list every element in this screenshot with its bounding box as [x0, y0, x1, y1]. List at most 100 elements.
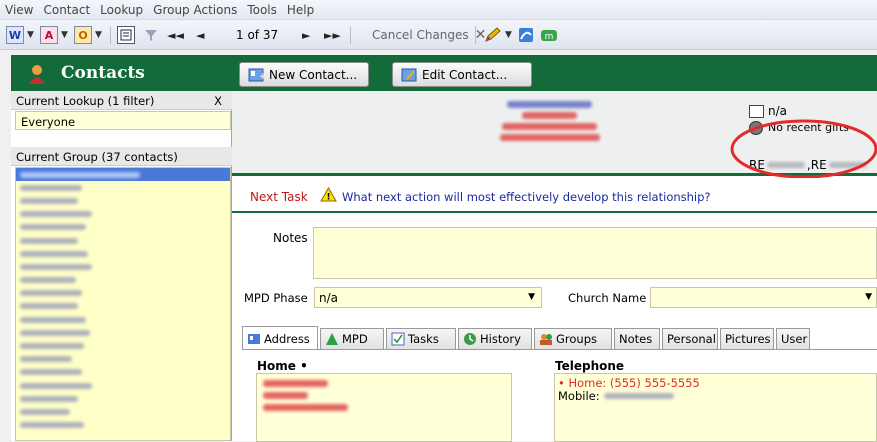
- tab-personal[interactable]: Personal: [662, 328, 718, 349]
- list-item[interactable]: [16, 313, 230, 326]
- list-item[interactable]: [16, 274, 230, 287]
- list-item[interactable]: [16, 366, 230, 379]
- dropdown-arrow-icon[interactable]: ▼: [528, 292, 535, 302]
- mpd-button[interactable]: m: [540, 25, 558, 45]
- toolbar-separator: [110, 26, 111, 44]
- tab-groups[interactable]: Groups: [534, 328, 612, 349]
- list-item[interactable]: [16, 234, 230, 247]
- list-item[interactable]: [16, 194, 230, 207]
- toolbar: W ▼ A ▼ O ▼ ◄◄ ◄ 1 of 37 ► ►► Cancel Cha…: [0, 20, 877, 50]
- history-icon: [464, 333, 476, 345]
- next-task-link[interactable]: What next action will most effectively d…: [342, 190, 711, 204]
- tab-mpd[interactable]: MPD: [320, 328, 384, 349]
- new-contact-button[interactable]: + New Contact...: [239, 62, 369, 87]
- home-phone: • Home: (555) 555-5555: [558, 376, 700, 390]
- home-address-field[interactable]: [256, 373, 512, 442]
- triangle-icon: [326, 333, 338, 345]
- list-item[interactable]: [16, 405, 230, 418]
- tab-tasks[interactable]: Tasks: [386, 328, 456, 349]
- edit-contact-label: Edit Contact...: [422, 67, 508, 82]
- form-view-button[interactable]: [117, 25, 135, 45]
- cancel-changes-label: Cancel Changes: [372, 28, 469, 42]
- word-icon: W: [6, 26, 24, 44]
- menu-help[interactable]: Help: [282, 0, 319, 17]
- last-record-icon: ►►: [324, 28, 341, 42]
- edit-contact-icon: [401, 68, 417, 81]
- menu-group-actions[interactable]: Group Actions: [148, 0, 242, 17]
- list-item[interactable]: [16, 260, 230, 273]
- dropdown-arrow-icon[interactable]: ▼: [27, 30, 34, 40]
- list-item[interactable]: [16, 379, 230, 392]
- tab-history[interactable]: History: [458, 328, 532, 349]
- contacts-icon: [29, 65, 45, 84]
- list-item[interactable]: [16, 168, 230, 182]
- svg-text:m: m: [545, 32, 554, 42]
- filter-button[interactable]: [144, 25, 158, 45]
- tab-user-label: User: [781, 332, 808, 346]
- list-item[interactable]: [16, 353, 230, 366]
- first-record-icon: ◄◄: [167, 28, 184, 42]
- dropdown-arrow-icon[interactable]: ▼: [865, 292, 872, 302]
- menu-lookup[interactable]: Lookup: [95, 0, 148, 17]
- cancel-changes-button[interactable]: Cancel Changes ✕: [372, 25, 486, 45]
- telephone-label: Telephone: [555, 359, 625, 373]
- telephone-field[interactable]: • Home: (555) 555-5555 Mobile:: [554, 373, 877, 442]
- menu-tools[interactable]: Tools: [242, 0, 282, 17]
- list-item[interactable]: [16, 287, 230, 300]
- dropdown-arrow-icon[interactable]: ▼: [505, 30, 512, 40]
- outlook-button[interactable]: O ▼: [74, 25, 102, 45]
- list-item[interactable]: [16, 247, 230, 260]
- sync-icon: [519, 28, 533, 42]
- toolbar-separator: [475, 26, 476, 44]
- previous-record-button[interactable]: ◄: [196, 25, 204, 45]
- home-street-redacted: [263, 392, 308, 399]
- next-record-button[interactable]: ►: [302, 25, 310, 45]
- contacts-title-bar: Contacts: [11, 55, 232, 91]
- contact-detail: n/a No recent gifts RE ,RE Next Task ! W…: [232, 91, 877, 442]
- dropdown-arrow-icon[interactable]: ▼: [61, 30, 68, 40]
- list-item[interactable]: [16, 392, 230, 405]
- contact-phone-redacted: [500, 134, 600, 141]
- sync-button[interactable]: [518, 25, 534, 45]
- list-item[interactable]: [16, 181, 230, 194]
- last-record-button[interactable]: ►►: [324, 25, 341, 45]
- notes-field[interactable]: [313, 227, 877, 279]
- list-item[interactable]: [16, 208, 230, 221]
- lookup-value-field[interactable]: Everyone: [15, 111, 231, 130]
- menu-view[interactable]: View: [0, 0, 38, 17]
- access-button[interactable]: A ▼: [40, 25, 68, 45]
- filter-icon: [145, 30, 157, 41]
- church-name-select[interactable]: ▼: [650, 287, 877, 308]
- word-button[interactable]: W ▼: [6, 25, 34, 45]
- tab-notes[interactable]: Notes: [614, 328, 660, 349]
- tab-mpd-label: MPD: [342, 332, 368, 346]
- tab-user[interactable]: User: [776, 328, 810, 349]
- list-item[interactable]: [16, 221, 230, 234]
- dropdown-arrow-icon[interactable]: ▼: [95, 30, 102, 40]
- clear-lookup-button[interactable]: X: [214, 94, 222, 108]
- contact-list[interactable]: [15, 167, 231, 441]
- pencil-icon: [485, 27, 501, 42]
- tab-personal-label: Personal: [667, 332, 716, 346]
- list-item[interactable]: [16, 326, 230, 339]
- tab-address[interactable]: Address: [242, 326, 318, 350]
- highlight-ellipse: [730, 119, 877, 178]
- church-name-label: Church Name: [568, 291, 647, 305]
- new-contact-icon: +: [248, 68, 264, 82]
- lookup-value: Everyone: [21, 115, 76, 129]
- list-item[interactable]: [16, 339, 230, 352]
- tab-pictures[interactable]: Pictures: [720, 328, 774, 349]
- list-item[interactable]: [16, 300, 230, 313]
- mpd-phase-select[interactable]: n/a ▼: [314, 287, 542, 308]
- edit-contact-button[interactable]: Edit Contact...: [392, 62, 532, 87]
- svg-text:+: +: [259, 72, 264, 82]
- list-item[interactable]: [16, 419, 230, 432]
- new-contact-label: New Contact...: [269, 67, 358, 82]
- pencil-button[interactable]: ▼: [484, 25, 512, 45]
- contact-summary: n/a No recent gifts RE ,RE: [232, 91, 877, 178]
- menu-contact[interactable]: Contact: [38, 0, 95, 17]
- mpd-icon: m: [541, 30, 557, 42]
- checklist-icon: [391, 332, 405, 346]
- mobile-label: Mobile:: [558, 389, 600, 403]
- first-record-button[interactable]: ◄◄: [167, 25, 184, 45]
